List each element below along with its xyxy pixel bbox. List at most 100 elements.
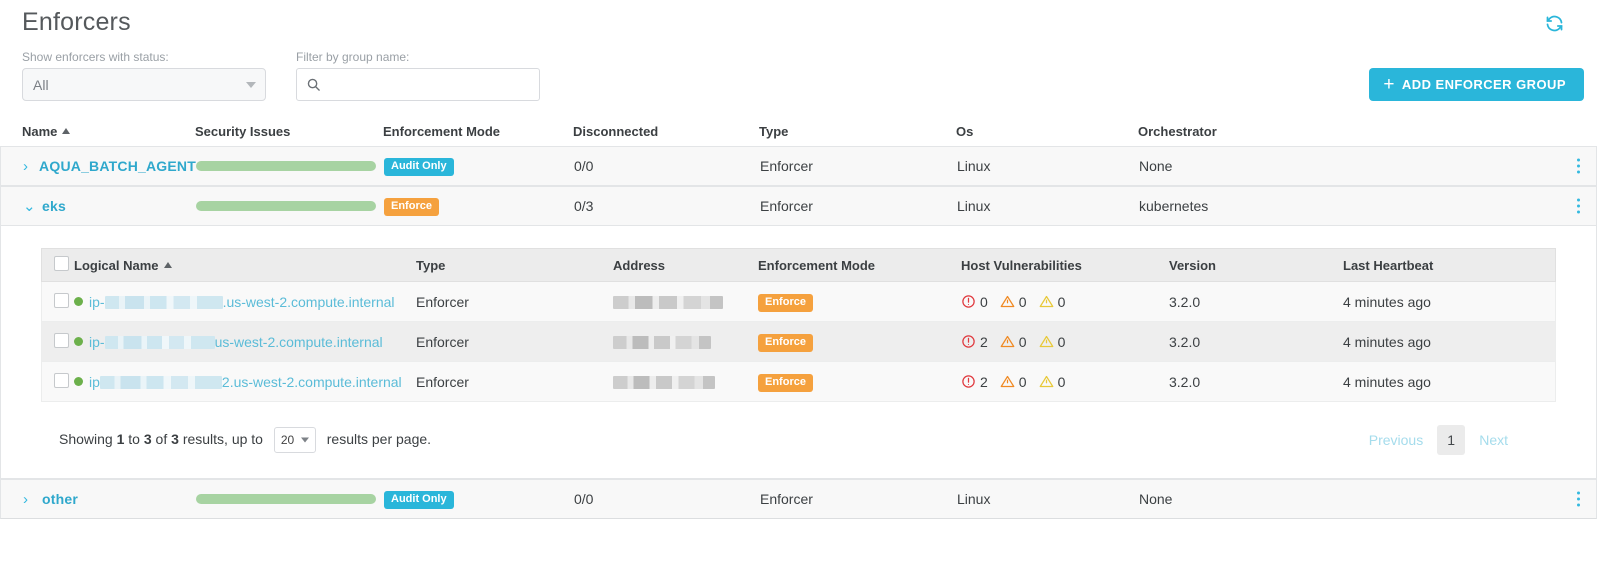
inner-column-header-enforcement-mode[interactable]: Enforcement Mode <box>758 258 961 273</box>
row-actions-menu-icon[interactable] <box>1577 491 1580 507</box>
group-name-link[interactable]: other <box>42 491 78 507</box>
table-row[interactable]: ip 2.us-west-2.compute.internal Enforcer … <box>41 362 1556 402</box>
column-header-security-issues[interactable]: Security Issues <box>195 124 383 139</box>
table-header-row: Name Security Issues Enforcement Mode Di… <box>0 116 1597 146</box>
disconnected-cell: 0/0 <box>574 491 594 507</box>
logical-name-prefix: ip- <box>89 293 105 310</box>
per-page-value: 20 <box>280 433 295 447</box>
orchestrator-cell: kubernetes <box>1139 198 1209 214</box>
high-vulnerability-icon <box>1000 295 1015 308</box>
table-row[interactable]: ip- .us-west-2.compute.internal Enforcer … <box>41 282 1556 322</box>
last-heartbeat-cell: 4 minutes ago <box>1343 373 1431 390</box>
redacted-hostname <box>99 375 222 389</box>
pagination-showing-label: Showing <box>59 431 113 447</box>
row-checkbox[interactable] <box>54 292 69 308</box>
inner-column-header-host-vulnerabilities[interactable]: Host Vulnerabilities <box>961 258 1169 273</box>
pagination: Showing 1 to 3 of 3 results, up to 20 re… <box>41 402 1556 478</box>
chevron-right-icon[interactable]: › <box>23 492 33 507</box>
page-header: Enforcers <box>0 0 1597 46</box>
group-filter-label: Filter by group name: <box>296 50 410 64</box>
status-badge: Audit Only <box>384 158 454 176</box>
column-header-disconnected[interactable]: Disconnected <box>573 124 759 139</box>
pagination-suffix: results per page. <box>326 431 432 447</box>
column-header-os[interactable]: Os <box>956 124 1138 139</box>
status-badge: Enforce <box>758 333 813 352</box>
security-issues-bar <box>196 201 376 211</box>
vuln-medium-count: 0 <box>1057 333 1066 350</box>
row-checkbox[interactable] <box>54 372 69 388</box>
logical-name-link[interactable]: ip-us-west-2.compute.internal <box>89 334 383 350</box>
enforcer-groups-table: Name Security Issues Enforcement Mode Di… <box>0 116 1597 519</box>
inner-column-header-type[interactable]: Type <box>416 258 613 273</box>
group-name-link[interactable]: AQUA_BATCH_AGENT <box>39 158 196 174</box>
last-heartbeat-cell: 4 minutes ago <box>1343 333 1431 350</box>
group-name-link[interactable]: eks <box>42 198 66 214</box>
status-online-icon <box>74 377 83 386</box>
inner-column-header-logical-name[interactable]: Logical Name <box>74 258 416 273</box>
status-filter-select[interactable]: All <box>22 68 266 101</box>
table-row[interactable]: ip-us-west-2.compute.internal Enforcer E… <box>41 322 1556 362</box>
disconnected-cell: 0/3 <box>574 198 594 214</box>
logical-name-suffix: 2.us-west-2.compute.internal <box>221 373 402 390</box>
next-page-button[interactable]: Next <box>1479 432 1508 448</box>
inner-column-header-version[interactable]: Version <box>1169 258 1343 273</box>
type-cell: Enforcer <box>416 333 469 350</box>
status-online-icon <box>74 297 83 306</box>
column-header-name[interactable]: Name <box>0 124 195 139</box>
per-page-select[interactable]: 20 <box>273 427 316 453</box>
column-header-orchestrator[interactable]: Orchestrator <box>1138 124 1438 139</box>
select-all-checkbox[interactable] <box>54 256 69 271</box>
add-enforcer-group-button[interactable]: + ADD ENFORCER GROUP <box>1369 68 1584 101</box>
previous-page-button[interactable]: Previous <box>1369 432 1423 448</box>
critical-vulnerability-icon <box>962 335 975 348</box>
pagination-to: 3 <box>143 431 152 447</box>
inner-column-header-last-heartbeat[interactable]: Last Heartbeat <box>1343 258 1523 273</box>
redacted-hostname <box>104 295 223 309</box>
chevron-down-icon <box>246 81 256 88</box>
logical-name-prefix: ip- <box>89 333 105 350</box>
row-actions-menu-icon[interactable] <box>1577 198 1580 214</box>
type-cell: Enforcer <box>416 373 469 390</box>
version-cell: 3.2.0 <box>1169 333 1201 350</box>
chevron-down-icon[interactable]: ⌄ <box>23 199 36 214</box>
row-actions-menu-icon[interactable] <box>1577 158 1580 174</box>
redacted-address <box>613 295 723 309</box>
add-enforcer-group-label: ADD ENFORCER GROUP <box>1401 77 1566 92</box>
group-filter-field: Filter by group name: <box>296 50 540 101</box>
enforcement-mode-cell: Enforce <box>758 292 961 312</box>
security-issues-cell <box>196 494 384 504</box>
chevron-down-icon <box>300 437 309 443</box>
sort-ascending-icon <box>62 128 71 134</box>
group-search-box[interactable] <box>296 68 540 101</box>
security-issues-cell <box>196 201 384 211</box>
logical-name-link[interactable]: ip 2.us-west-2.compute.internal <box>89 374 402 390</box>
page-number-1[interactable]: 1 <box>1437 425 1466 455</box>
enforcement-mode-cell: Audit Only <box>384 489 574 509</box>
pagination-to-word: to <box>128 431 140 447</box>
table-row[interactable]: › AQUA_BATCH_AGENT Audit Only 0/0 Enforc… <box>0 146 1597 186</box>
address-cell <box>613 374 758 390</box>
table-row[interactable]: › other Audit Only 0/0 Enforcer Linux No… <box>0 479 1597 519</box>
status-online-icon <box>74 337 83 346</box>
logical-name-cell: ip 2.us-west-2.compute.internal <box>74 374 416 390</box>
group-search-input[interactable] <box>297 69 539 100</box>
column-header-type[interactable]: Type <box>759 124 956 139</box>
chevron-right-icon[interactable]: › <box>23 159 30 174</box>
last-heartbeat-cell: 4 minutes ago <box>1343 293 1431 310</box>
select-all-checkbox-cell <box>42 256 74 274</box>
os-cell: Linux <box>957 198 991 214</box>
medium-vulnerability-icon <box>1039 375 1053 388</box>
logical-name-link[interactable]: ip- .us-west-2.compute.internal <box>89 294 395 310</box>
row-checkbox-cell <box>42 372 74 391</box>
medium-vulnerability-icon <box>1039 335 1053 348</box>
redacted-address <box>613 335 711 349</box>
redacted-address <box>613 375 715 389</box>
column-header-enforcement-mode[interactable]: Enforcement Mode <box>383 124 573 139</box>
inner-table-header-row: Logical Name Type Address Enforcement Mo… <box>41 248 1556 282</box>
table-row[interactable]: ⌄ eks Enforce 0/3 Enforcer Linux kuberne… <box>0 186 1597 226</box>
logical-name-cell: ip-us-west-2.compute.internal <box>74 334 416 350</box>
inner-column-header-address[interactable]: Address <box>613 258 758 273</box>
group-name-cell: › other <box>1 491 196 507</box>
row-checkbox[interactable] <box>54 332 69 348</box>
refresh-icon[interactable] <box>1541 10 1567 36</box>
